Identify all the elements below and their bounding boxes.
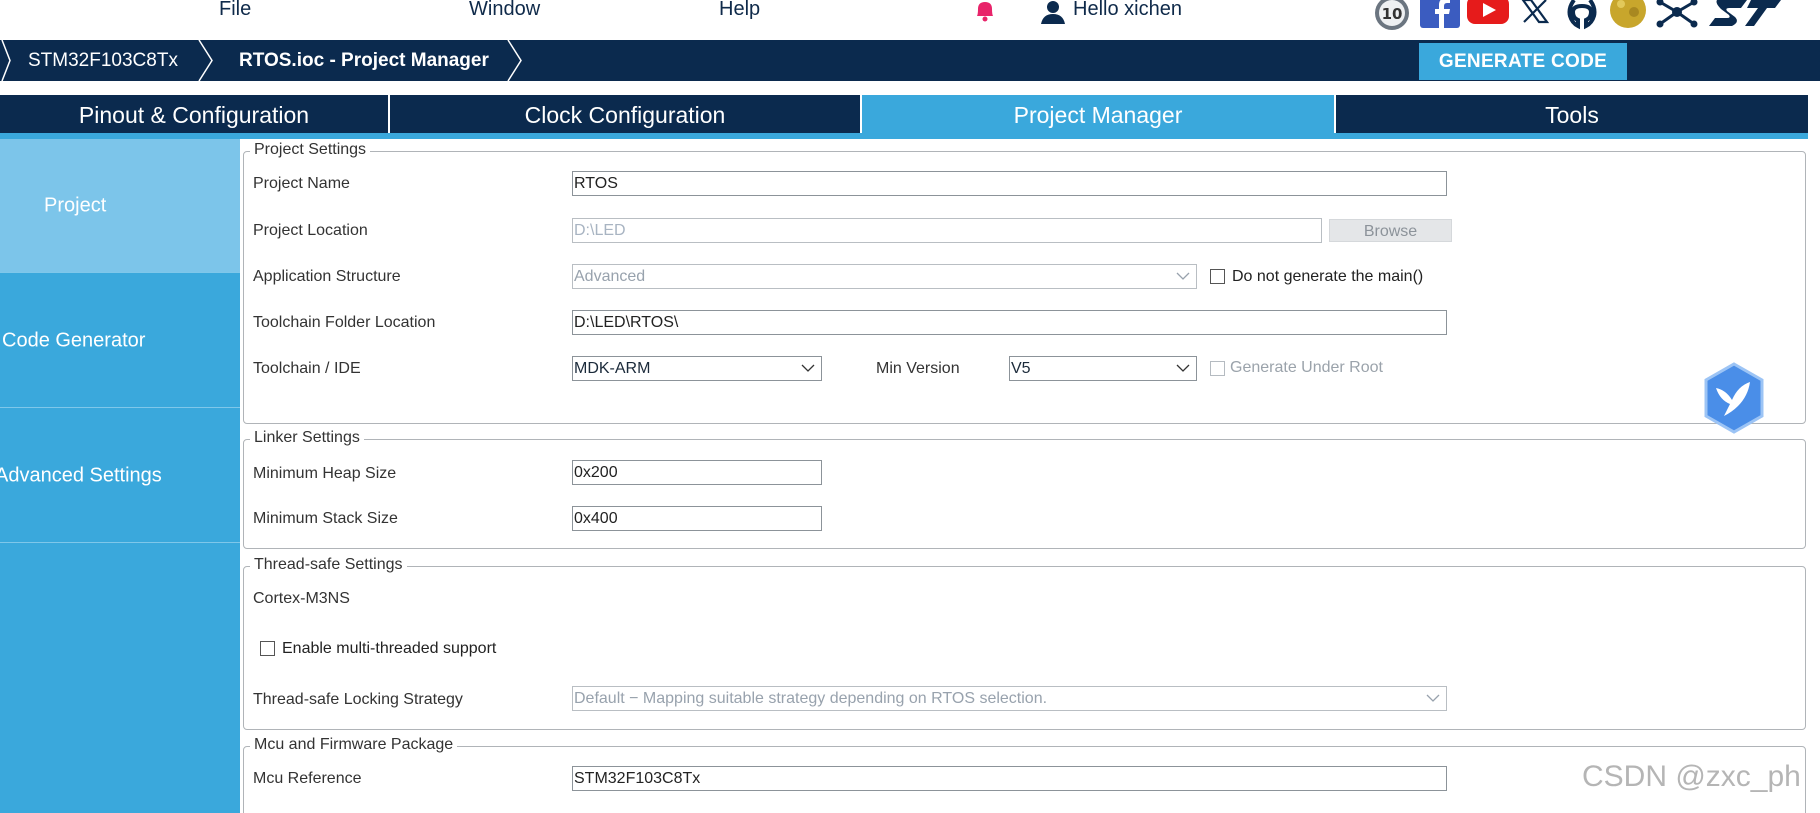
toolchain-ide-select[interactable]: MDK-ARM [572,356,822,381]
generate-under-root-label: Generate Under Root [1230,359,1383,376]
core-label: Cortex-M3NS [253,590,350,607]
user-greeting[interactable]: Hello xichen [1073,0,1182,21]
heap-size-input[interactable]: 0x200 [572,460,822,485]
st-logo-icon[interactable] [1707,0,1781,30]
mcu-reference-input[interactable]: STM32F103C8Tx [572,766,1447,791]
chevron-down-icon [1176,364,1190,372]
generate-code-button[interactable]: GENERATE CODE [1419,43,1627,80]
locking-strategy-label: Thread-safe Locking Strategy [253,691,463,708]
tab-clock-configuration[interactable]: Clock Configuration [390,95,860,135]
linker-settings-legend: Linker Settings [250,429,364,447]
mcu-package-legend: Mcu and Firmware Package [250,736,458,754]
breadcrumb-device[interactable]: STM32F103C8Tx [28,40,178,81]
no-main-label: Do not generate the main() [1232,268,1424,285]
locking-strategy-select[interactable]: Default − Mapping suitable strategy depe… [572,686,1447,711]
main-tabs: Pinout & Configuration Clock Configurati… [0,81,1820,139]
youtube-icon[interactable] [1467,0,1509,30]
breadcrumb-project[interactable]: RTOS.ioc - Project Manager [239,40,489,81]
app-window: File Window Help Hello xichen 10 STM32F1… [0,0,1820,813]
version-10-icon[interactable]: 10 [1372,0,1412,30]
breadcrumb-chevron-icon [198,40,213,81]
thread-safe-settings-legend: Thread-safe Settings [250,556,407,574]
application-structure-value: Advanced [574,268,646,285]
toolchain-ide-value: MDK-ARM [574,360,651,377]
facebook-icon[interactable] [1420,0,1460,30]
watermark: CSDN @zxc_ph [1582,760,1801,793]
sidebar-item-label: Project [44,194,107,216]
sidebar-item-label: Advanced Settings [0,464,162,486]
min-version-label: Min Version [876,360,960,377]
sidebar-item-project[interactable]: Project [0,139,240,273]
user-icon[interactable] [1038,0,1068,24]
project-settings-legend: Project Settings [250,141,371,159]
chevron-down-icon [801,364,815,372]
github-icon[interactable] [1562,0,1602,30]
bell-icon[interactable] [973,0,997,22]
sidebar-item-advanced-settings[interactable]: Advanced Settings [0,409,240,543]
application-structure-label: Application Structure [253,268,401,285]
project-location-input[interactable]: D:\LED [572,218,1322,243]
multithread-checkbox[interactable] [260,641,275,656]
menu-bar: File Window Help Hello xichen 10 [0,0,1820,40]
tab-pinout-configuration[interactable]: Pinout & Configuration [0,95,388,135]
community-icon[interactable] [1607,0,1649,30]
tab-project-manager[interactable]: Project Manager [862,95,1334,135]
sidebar: Project Code Generator Advanced Settings [0,139,240,813]
linker-settings-group: Linker Settings [243,429,1806,549]
toolchain-folder-label: Toolchain Folder Location [253,314,436,331]
menu-help[interactable]: Help [719,0,760,21]
stack-size-input[interactable]: 0x400 [572,506,822,531]
svg-text:10: 10 [1382,5,1403,23]
min-version-select[interactable]: V5 [1009,356,1197,381]
toolchain-ide-label: Toolchain / IDE [253,360,361,377]
chevron-down-icon [1176,272,1190,280]
browse-button[interactable]: Browse [1329,219,1452,242]
multithread-label: Enable multi-threaded support [282,640,497,657]
menu-window[interactable]: Window [469,0,540,21]
tab-tools[interactable]: Tools [1336,95,1808,135]
sidebar-item-label: Code Generator [2,329,146,351]
breadcrumb-chevron-icon [1,40,11,81]
stack-size-label: Minimum Stack Size [253,510,398,527]
project-location-label: Project Location [253,222,368,239]
toolchain-folder-input[interactable]: D:\LED\RTOS\ [572,310,1447,335]
sidebar-item-code-generator[interactable]: Code Generator [0,274,240,408]
chevron-down-icon [1426,694,1440,702]
locking-strategy-value: Default − Mapping suitable strategy depe… [574,690,1048,707]
project-name-label: Project Name [253,175,350,192]
heap-size-label: Minimum Heap Size [253,465,397,482]
application-structure-select[interactable]: Advanced [572,264,1197,289]
mcu-reference-label: Mcu Reference [253,770,362,787]
breadcrumb-chevron-icon [507,40,522,81]
bird-badge-icon[interactable] [1702,362,1766,434]
network-icon[interactable] [1655,0,1699,30]
generate-under-root-checkbox[interactable] [1210,361,1225,376]
project-name-input[interactable]: RTOS [572,171,1447,196]
no-main-checkbox[interactable] [1210,269,1225,284]
menu-file[interactable]: File [219,0,251,21]
min-version-value: V5 [1011,360,1031,377]
tab-underline [0,133,1808,139]
x-icon[interactable] [1520,0,1550,30]
